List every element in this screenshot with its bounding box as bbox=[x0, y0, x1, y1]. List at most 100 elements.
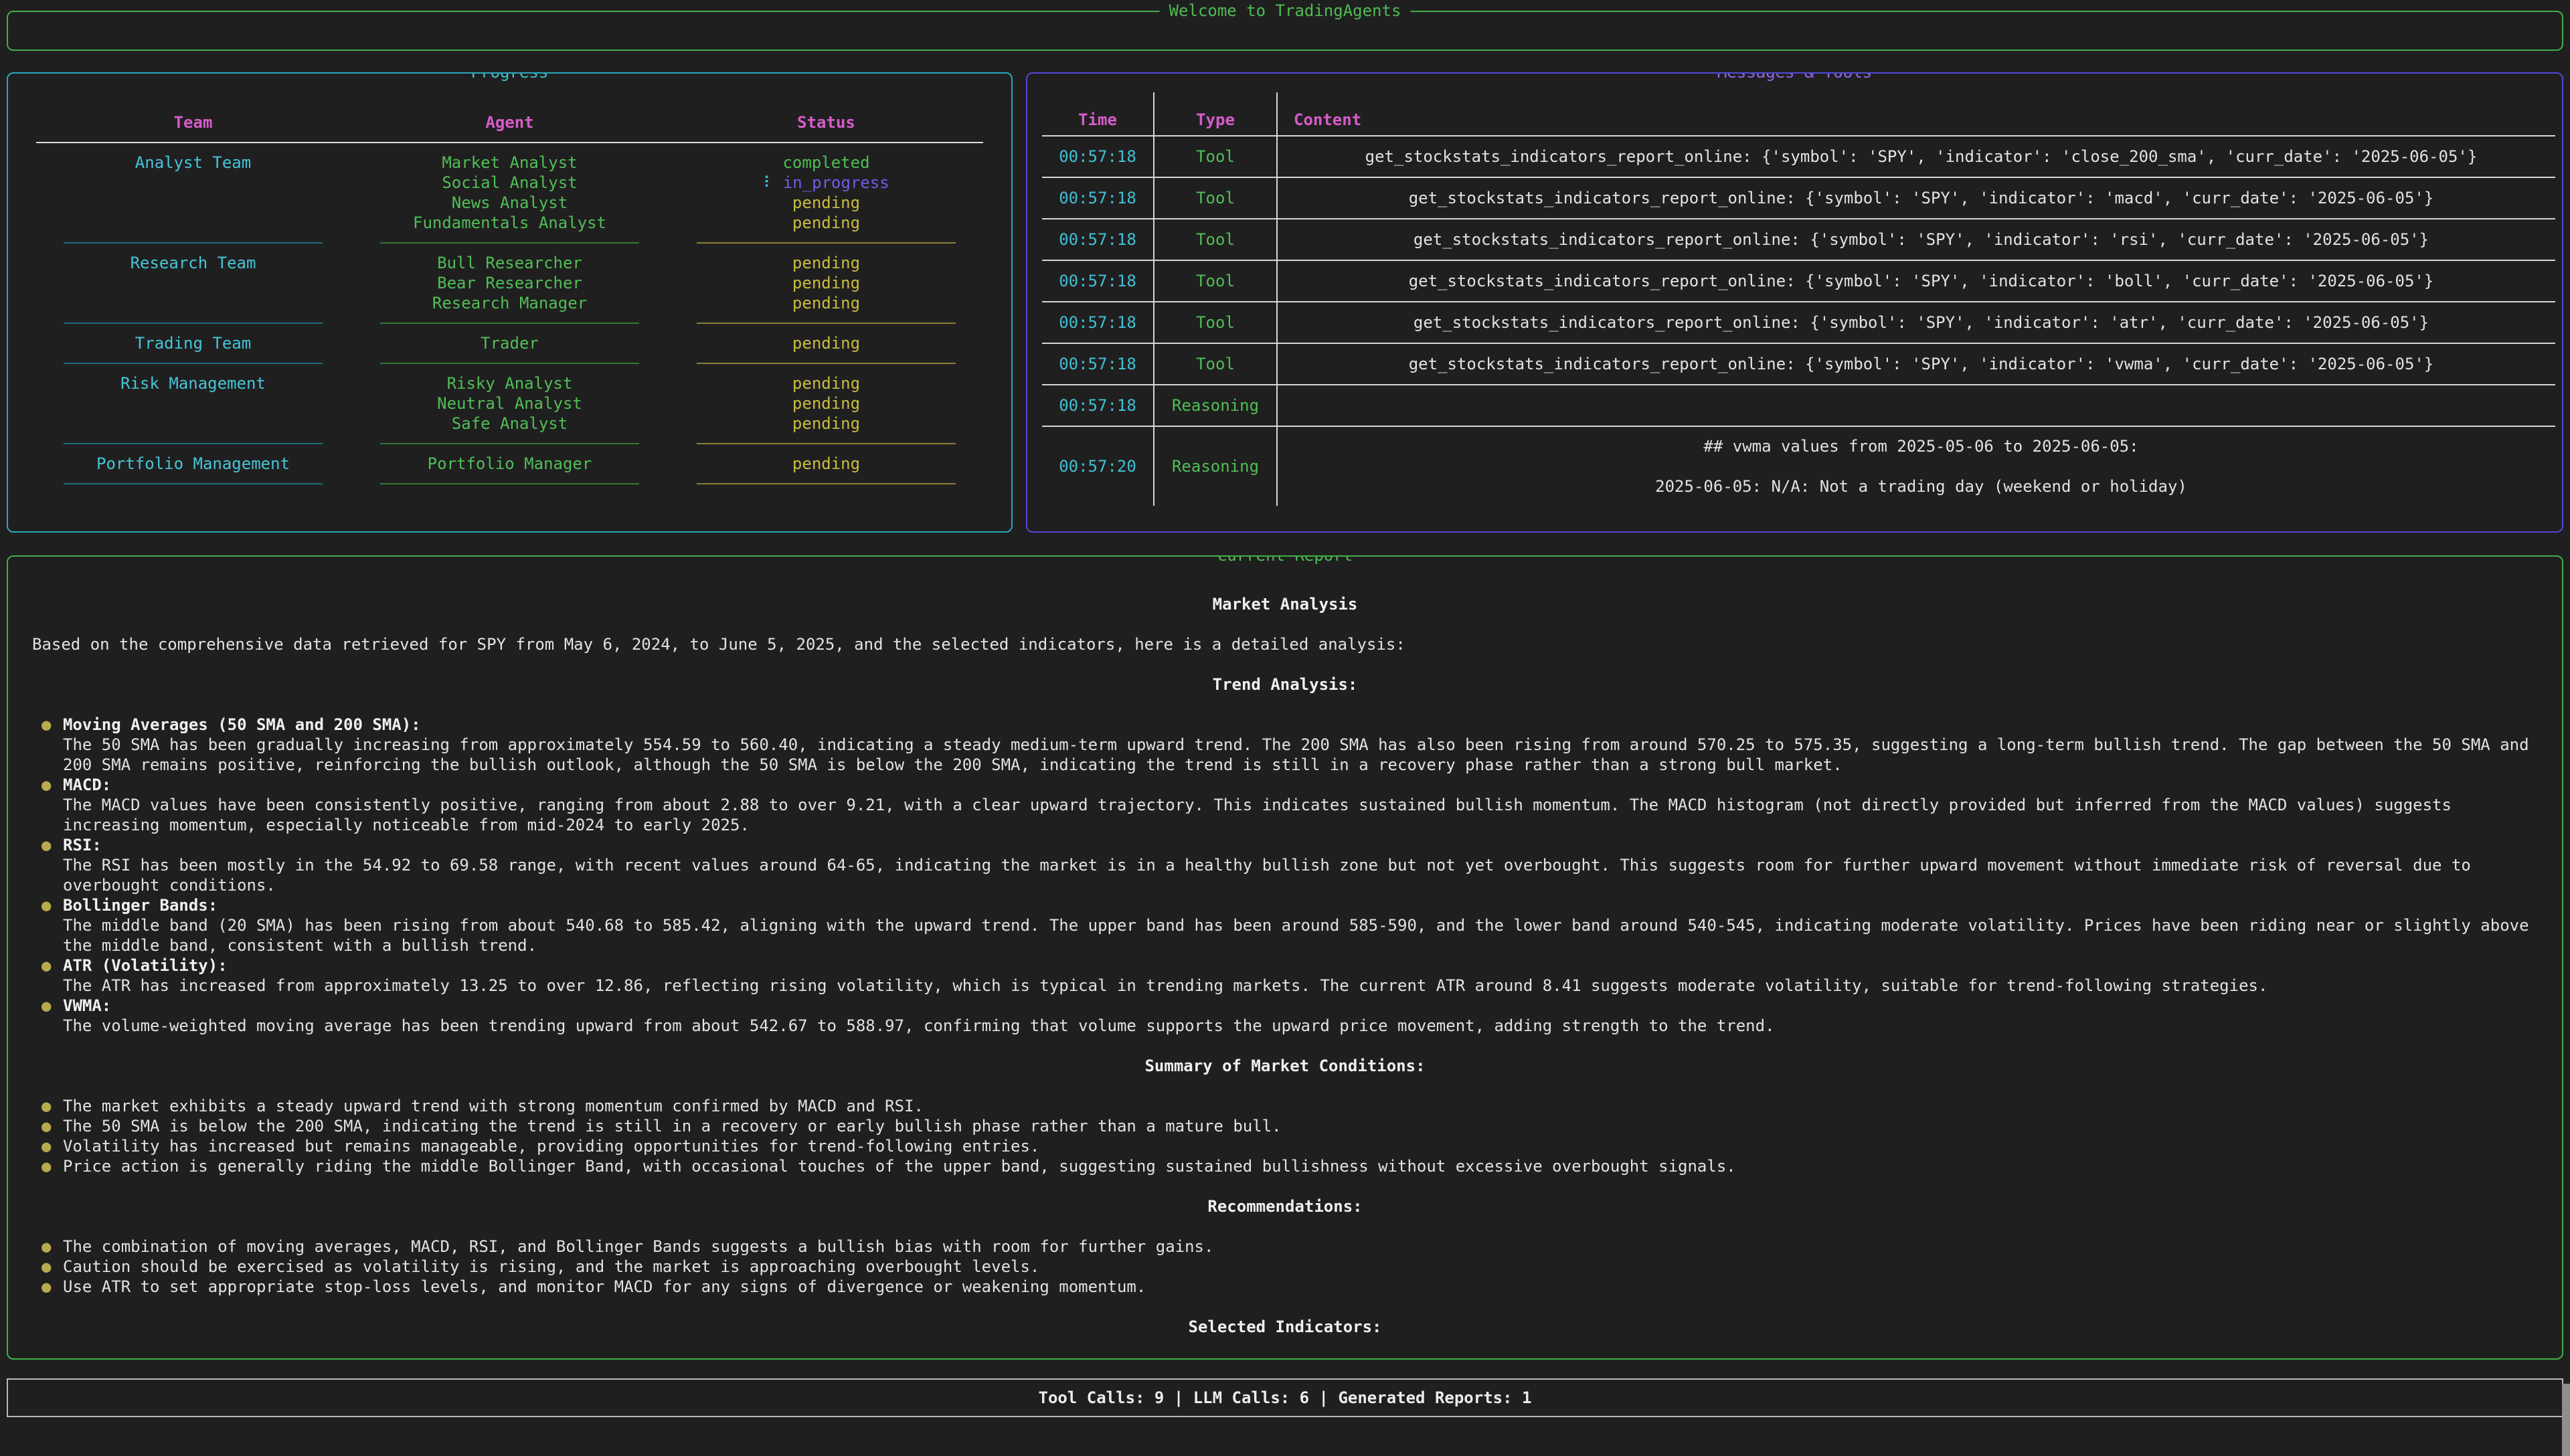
progress-row: Analyst TeamMarket Analystcompleted bbox=[35, 153, 984, 173]
agent-status: pending bbox=[668, 373, 984, 393]
terminal-screen: Welcome to TradingAgents Progress Team A… bbox=[0, 11, 2570, 1417]
team-separator-line bbox=[64, 443, 323, 444]
report-bullet-list: ●The market exhibits a steady upward tre… bbox=[32, 1096, 2538, 1176]
section-separator bbox=[35, 313, 984, 333]
message-type: Tool bbox=[1154, 302, 1278, 343]
bullet-icon: ● bbox=[41, 835, 51, 855]
agent-status: pending bbox=[668, 393, 984, 414]
message-content: get_stockstats_indicators_report_online:… bbox=[1278, 178, 2555, 218]
message-row: 00:57:20Reasoning## vwma values from 202… bbox=[1042, 426, 2555, 506]
status-separator-line bbox=[697, 483, 956, 484]
agent-name: Safe Analyst bbox=[351, 414, 668, 434]
welcome-panel: Welcome to TradingAgents bbox=[7, 11, 2563, 51]
bullet-item: ●Price action is generally riding the mi… bbox=[32, 1156, 2538, 1176]
progress-rows: Analyst TeamMarket AnalystcompletedSocia… bbox=[35, 153, 984, 494]
progress-row: Portfolio ManagementPortfolio Managerpen… bbox=[35, 454, 984, 474]
bullet-text: The 50 SMA is below the 200 SMA, indicat… bbox=[63, 1116, 2538, 1136]
messages-panel-title: Messages & Tools bbox=[1708, 72, 1881, 82]
team-name bbox=[35, 193, 351, 213]
bullet-item: ●The 50 SMA is below the 200 SMA, indica… bbox=[32, 1116, 2538, 1136]
message-time: 00:57:18 bbox=[1042, 302, 1154, 343]
bullet-text: Use ATR to set appropriate stop-loss lev… bbox=[63, 1277, 2538, 1297]
report-panel-title: Current Report bbox=[1208, 555, 1362, 565]
agent-separator-line bbox=[380, 443, 640, 444]
message-row: 00:57:18Reasoning bbox=[1042, 384, 2555, 426]
message-type: Tool bbox=[1154, 178, 1278, 218]
bullet-item: ● Volatility has increased but remains ma… bbox=[32, 1136, 2538, 1156]
message-content: ## vwma values from 2025-05-06 to 2025-0… bbox=[1278, 427, 2555, 506]
agent-status: pending bbox=[668, 333, 984, 353]
agent-status: pending bbox=[668, 293, 984, 313]
bullet-icon: ● bbox=[41, 1136, 51, 1156]
messages-table: Time Type Content 00:57:18Toolget_stocks… bbox=[1027, 74, 2562, 506]
bullet-text: The MACD values have been consistently p… bbox=[63, 795, 2538, 835]
status-text: pending bbox=[792, 274, 860, 292]
messages-rows: 00:57:18Toolget_stockstats_indicators_re… bbox=[1042, 135, 2555, 506]
column-header-type: Type bbox=[1154, 92, 1278, 135]
column-header-content: Content bbox=[1278, 92, 2555, 135]
agent-status: ⠇in_progress bbox=[668, 173, 984, 193]
status-text: in_progress bbox=[783, 173, 889, 192]
team-name: Trading Team bbox=[35, 333, 351, 353]
team-name bbox=[35, 213, 351, 233]
message-row: 00:57:18Toolget_stockstats_indicators_re… bbox=[1042, 135, 2555, 177]
bullet-item: ●The market exhibits a steady upward tre… bbox=[32, 1096, 2538, 1116]
team-separator-line bbox=[64, 323, 323, 324]
report-bullet-list: ●The combination of moving averages, MAC… bbox=[32, 1237, 2538, 1297]
progress-row: Safe Analystpending bbox=[35, 414, 984, 434]
progress-table-header: Team Agent Status bbox=[35, 112, 984, 132]
agent-name: News Analyst bbox=[351, 193, 668, 213]
message-time: 00:57:18 bbox=[1042, 385, 1154, 426]
progress-panel-title: Progress bbox=[462, 72, 558, 82]
status-text: pending bbox=[792, 394, 860, 413]
agent-separator-line bbox=[380, 363, 640, 364]
agent-name: Research Manager bbox=[351, 293, 668, 313]
team-name: Risk Management bbox=[35, 373, 351, 393]
main-row: Progress Team Agent Status Analyst TeamM… bbox=[7, 72, 2563, 533]
footer-stats-box: Tool Calls: 9 | LLM Calls: 6 | Generated… bbox=[7, 1378, 2563, 1417]
message-time: 00:57:18 bbox=[1042, 178, 1154, 218]
team-name bbox=[35, 273, 351, 293]
message-content-line: get_stockstats_indicators_report_online:… bbox=[1365, 147, 2478, 167]
agent-separator-line bbox=[380, 323, 640, 324]
message-type: Reasoning bbox=[1154, 427, 1278, 506]
message-row: 00:57:18Toolget_stockstats_indicators_re… bbox=[1042, 218, 2555, 260]
bullet-item: ●The combination of moving averages, MAC… bbox=[32, 1237, 2538, 1257]
bullet-item: ●VWMA:The volume-weighted moving average… bbox=[32, 996, 2538, 1036]
report-heading: Summary of Market Conditions: bbox=[32, 1056, 2538, 1076]
bullet-label: Moving Averages (50 SMA and 200 SMA): bbox=[63, 715, 2538, 735]
team-name bbox=[35, 293, 351, 313]
message-content-line: ## vwma values from 2025-05-06 to 2025-0… bbox=[1703, 436, 2138, 456]
bullet-icon: ● bbox=[41, 715, 51, 735]
progress-row: News Analyst pending bbox=[35, 193, 984, 213]
message-row: 00:57:18Toolget_stockstats_indicators_re… bbox=[1042, 177, 2555, 218]
bullet-label: MACD: bbox=[63, 775, 2538, 795]
bullet-text: The middle band (20 SMA) has been rising… bbox=[63, 915, 2538, 955]
message-row: 00:57:18Toolget_stockstats_indicators_re… bbox=[1042, 343, 2555, 384]
bullet-item: ●MACD:The MACD values have been consiste… bbox=[32, 775, 2538, 835]
team-name: Research Team bbox=[35, 253, 351, 273]
message-time: 00:57:18 bbox=[1042, 261, 1154, 301]
report-panel: Current Report Market AnalysisBased on t… bbox=[7, 555, 2563, 1360]
message-row: 00:57:18Toolget_stockstats_indicators_re… bbox=[1042, 260, 2555, 301]
progress-row: Research TeamBull Researcherpending bbox=[35, 253, 984, 273]
team-separator-line bbox=[64, 242, 323, 244]
status-separator-line bbox=[697, 443, 956, 444]
progress-row: Trading TeamTraderpending bbox=[35, 333, 984, 353]
bullet-icon: ● bbox=[41, 895, 51, 915]
message-time: 00:57:18 bbox=[1042, 136, 1154, 177]
agent-status: pending bbox=[668, 454, 984, 474]
bullet-text: Volatility has increased but remains man… bbox=[63, 1136, 2538, 1156]
message-type: Tool bbox=[1154, 344, 1278, 384]
bullet-item: ●Use ATR to set appropriate stop-loss le… bbox=[32, 1277, 2538, 1297]
agent-status: pending bbox=[668, 213, 984, 233]
status-text: pending bbox=[792, 193, 860, 212]
status-text: pending bbox=[792, 254, 860, 272]
bullet-text: Caution should be exercised as volatilit… bbox=[63, 1257, 2538, 1277]
agent-status: completed bbox=[668, 153, 984, 173]
bullet-icon: ● bbox=[41, 996, 51, 1016]
bullet-item: ●Bollinger Bands:The middle band (20 SMA… bbox=[32, 895, 2538, 955]
report-bullet-list: ● Moving Averages (50 SMA and 200 SMA): Th… bbox=[32, 715, 2538, 1036]
agent-name: Risky Analyst bbox=[351, 373, 668, 393]
status-separator-line bbox=[697, 363, 956, 364]
